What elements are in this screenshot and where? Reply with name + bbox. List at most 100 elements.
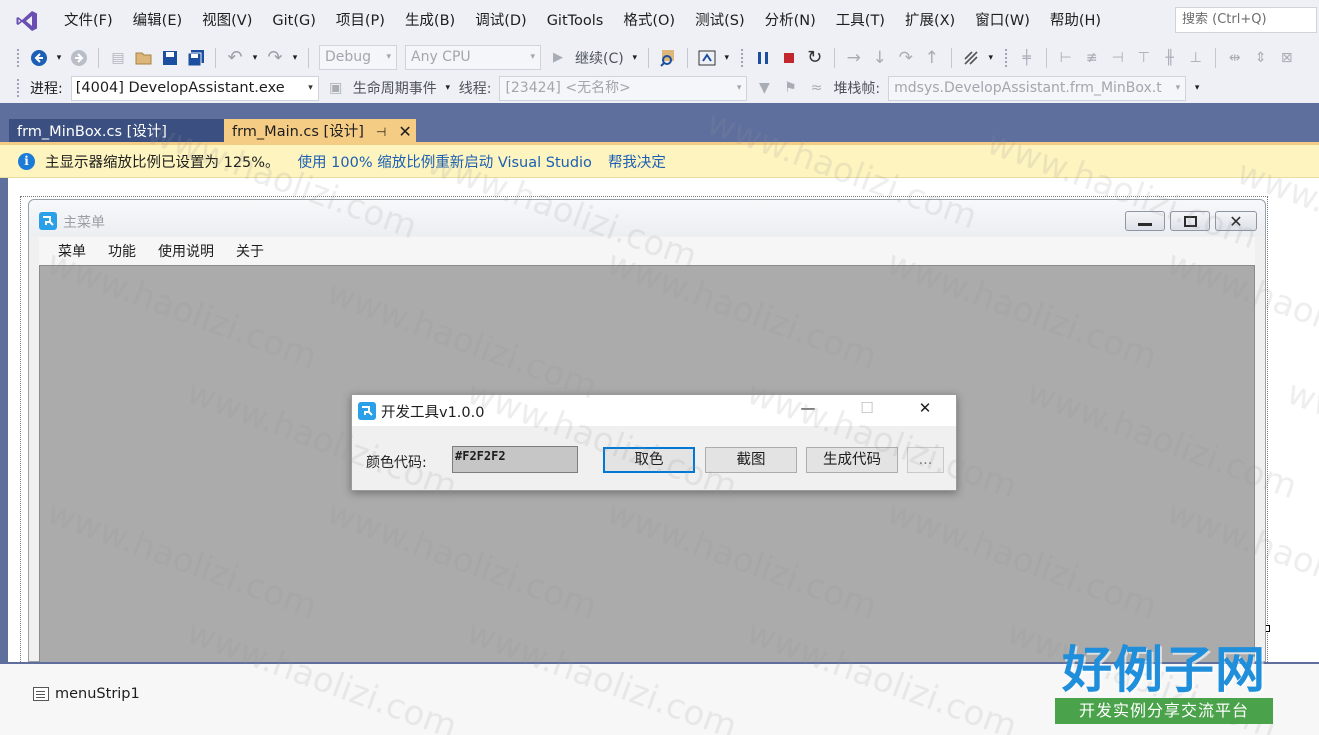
maximize-icon[interactable]: ☐ <box>852 399 882 417</box>
search-input[interactable]: 搜索 (Ctrl+Q) <box>1175 7 1317 33</box>
make-same-height-icon[interactable]: ⇕ <box>1250 47 1272 69</box>
step-into-icon[interactable]: ↓ <box>869 47 891 69</box>
menu-item[interactable]: GitTools <box>537 0 614 42</box>
continue-button[interactable]: 继续(C) <box>575 48 624 68</box>
menu-item[interactable]: 帮助(H) <box>1040 0 1111 42</box>
align-centers-icon[interactable]: ≢ <box>1081 47 1103 69</box>
maximize-button[interactable] <box>1170 211 1210 231</box>
chevron-down-icon[interactable]: ▾ <box>54 47 64 69</box>
save-all-icon[interactable] <box>185 47 207 69</box>
menu-strip-icon <box>33 687 49 701</box>
thread-value: [23424] <无名称> <box>505 79 631 96</box>
layout-grid-icon[interactable]: ╪ <box>1016 47 1038 69</box>
component-label: menuStrip1 <box>55 686 140 702</box>
thread-select[interactable]: [23424] <无名称> ▾ <box>499 75 748 101</box>
chevron-down-icon[interactable]: ▾ <box>986 47 996 69</box>
open-folder-icon[interactable] <box>133 47 155 69</box>
dev-tool-child-form[interactable]: 开发工具v1.0.0 — ☐ ✕ 颜色代码: #F2F2F2 取色 截图 生成代… <box>351 394 957 491</box>
generate-code-button[interactable]: 生成代码 <box>806 447 898 473</box>
save-icon[interactable] <box>159 47 181 69</box>
redo-icon[interactable]: ↷ <box>264 47 286 69</box>
minimize-icon[interactable]: — <box>793 399 823 417</box>
menu-item[interactable]: 测试(S) <box>685 0 755 42</box>
form-menu-item[interactable]: 使用说明 <box>147 241 225 261</box>
chevron-down-icon[interactable]: ▾ <box>443 77 453 99</box>
filter-icon[interactable]: ▼ <box>753 77 775 99</box>
color-code-field[interactable]: #F2F2F2 <box>452 446 578 473</box>
step-out-icon[interactable]: ↑ <box>921 47 943 69</box>
form-menu-item[interactable]: 功能 <box>97 241 147 261</box>
align-lefts-icon[interactable]: ⊢ <box>1055 47 1077 69</box>
menu-item[interactable]: 扩展(X) <box>895 0 965 42</box>
configuration-value: Debug <box>325 49 372 65</box>
app-icon <box>39 212 57 234</box>
menu-item[interactable]: Git(G) <box>262 0 326 42</box>
size-to-grid-icon[interactable]: ⊠ <box>1276 47 1298 69</box>
menu-item[interactable]: 视图(V) <box>192 0 262 42</box>
solution-platform-select[interactable]: Any CPU ▾ <box>405 45 541 70</box>
toolbar-grip[interactable] <box>1003 47 1008 68</box>
navigate-forward-icon[interactable] <box>68 47 90 69</box>
flag-thread-icon[interactable]: ⚑ <box>779 77 801 99</box>
align-bottoms-icon[interactable]: ⊥ <box>1185 47 1207 69</box>
hot-reload-icon[interactable] <box>960 47 982 69</box>
menu-bar: 文件(F) 编辑(E) 视图(V) Git(G) 项目(P) 生成(B) 调试(D) GitT… <box>0 0 1319 42</box>
stack-frame-select[interactable]: mdsys.DevelopAssistant.frm_MinBox.t ▾ <box>888 75 1187 101</box>
menu-item[interactable]: 编辑(E) <box>123 0 192 42</box>
menustrip-component[interactable]: menuStrip1 <box>33 686 140 702</box>
align-tops-icon[interactable]: ⊤ <box>1133 47 1155 69</box>
application-insights-icon[interactable] <box>696 47 718 69</box>
maximize-icon <box>1183 215 1197 227</box>
pause-icon[interactable] <box>752 47 774 69</box>
toolbar-separator <box>308 47 309 68</box>
restart-icon[interactable]: ↻ <box>804 47 826 69</box>
close-icon[interactable]: ✕ <box>910 399 940 417</box>
menu-item[interactable]: 格式(O) <box>613 0 685 42</box>
toolbar-grip[interactable] <box>739 47 744 68</box>
chevron-down-icon[interactable]: ▾ <box>290 47 300 69</box>
lifecycle-events-button[interactable]: 生命周期事件 <box>353 78 437 98</box>
find-in-files-icon[interactable] <box>657 47 679 69</box>
menu-item[interactable]: 工具(T) <box>826 0 895 42</box>
form-menu-item[interactable]: 菜单 <box>47 241 97 261</box>
undo-icon[interactable]: ↶ <box>224 47 246 69</box>
menu-item[interactable]: 文件(F) <box>54 0 123 42</box>
lifecycle-events-icon[interactable]: ▣ <box>325 77 347 99</box>
chevron-down-icon[interactable]: ▾ <box>250 47 260 69</box>
menu-item[interactable]: 调试(D) <box>465 0 536 42</box>
menu-item[interactable]: 项目(P) <box>326 0 395 42</box>
menu-item[interactable]: 窗口(W) <box>965 0 1040 42</box>
toolbar-grip[interactable] <box>16 47 20 68</box>
help-me-decide-link[interactable]: 帮我决定 <box>608 151 666 172</box>
chevron-down-icon[interactable]: ▾ <box>722 47 732 69</box>
solution-configuration-select[interactable]: Debug ▾ <box>319 45 397 70</box>
color-code-label: 颜色代码: <box>366 455 427 471</box>
make-same-width-icon[interactable]: ⇹ <box>1224 47 1246 69</box>
minimize-icon <box>1138 222 1152 226</box>
stop-icon[interactable] <box>778 47 800 69</box>
more-button[interactable]: ... <box>907 447 944 473</box>
show-next-statement-icon[interactable]: → <box>843 47 865 69</box>
logo-main-text: 好例子网 <box>1062 641 1266 699</box>
process-select[interactable]: [4004] DevelopAssistant.exe ▾ <box>70 75 319 101</box>
toggle-flag-icon[interactable]: ≈ <box>805 77 827 99</box>
navigate-back-icon[interactable] <box>28 47 50 69</box>
align-middles-icon[interactable]: ╫ <box>1159 47 1181 69</box>
step-over-icon[interactable]: ↷ <box>895 47 917 69</box>
new-project-icon[interactable]: ▤ <box>107 47 129 69</box>
close-button[interactable]: ✕ <box>1215 211 1257 231</box>
screenshot-button[interactable]: 截图 <box>705 447 797 473</box>
minimize-button[interactable] <box>1125 211 1165 231</box>
pick-color-button[interactable]: 取色 <box>603 447 695 473</box>
menu-item[interactable]: 生成(B) <box>395 0 465 42</box>
toolbar-grip[interactable] <box>16 78 20 98</box>
chevron-down-icon[interactable]: ▾ <box>630 47 640 69</box>
toolbar-options-icon[interactable]: ▾ <box>1192 77 1202 99</box>
align-rights-icon[interactable]: ⊣ <box>1107 47 1129 69</box>
restart-100-percent-link[interactable]: 使用 100% 缩放比例重新启动 Visual Studio <box>298 151 592 172</box>
continue-play-icon[interactable]: ▶ <box>547 47 569 69</box>
debug-location-toolbar: 进程: [4004] DevelopAssistant.exe ▾ ▣ 生命周期事… <box>0 73 1319 103</box>
form-menu-item[interactable]: 关于 <box>225 241 275 261</box>
visual-studio-logo-icon[interactable] <box>0 0 54 42</box>
menu-item[interactable]: 分析(N) <box>755 0 826 42</box>
